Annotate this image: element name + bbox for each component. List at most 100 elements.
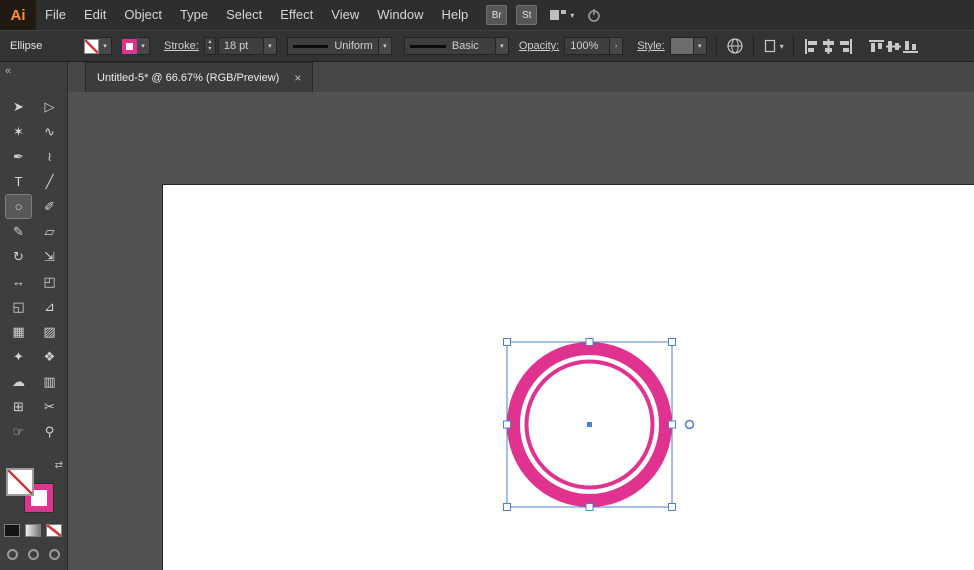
brush-dropdown[interactable]: ▾ [495,37,509,55]
artboard-icon: ⊞ [13,398,24,414]
menu-window[interactable]: Window [368,0,432,30]
menu-view[interactable]: View [322,0,368,30]
shape-builder-tool[interactable]: ◱ [6,295,31,318]
align-top-button[interactable] [868,38,885,55]
menu-edit[interactable]: Edit [75,0,115,30]
chevron-down-icon: ▾ [570,10,575,20]
document-tab[interactable]: Untitled-5* @ 66.67% (RGB/Preview) × [85,62,314,92]
sync-settings-button[interactable] [586,7,602,23]
document-setup-button[interactable]: ▾ [763,38,784,54]
curvature-tool[interactable]: ≀ [37,145,62,168]
menu-type[interactable]: Type [171,0,217,30]
draw-behind-button[interactable] [28,549,39,560]
magic-wand-tool[interactable]: ✶ [6,120,31,143]
handle-bottom-center[interactable] [585,503,594,511]
gradient-tool[interactable]: ▨ [37,320,62,343]
rotation-widget-handle[interactable] [684,419,695,430]
blend-tool[interactable]: ❖ [37,345,62,368]
bridge-button[interactable]: Br [486,5,508,25]
opacity-input[interactable]: 100% [564,37,611,55]
menu-object[interactable]: Object [115,0,171,30]
handle-middle-right[interactable] [668,420,676,429]
type-tool[interactable]: T [6,170,31,193]
graphic-style-swatch[interactable] [669,37,694,55]
width-tool[interactable]: ↔ [6,270,31,293]
fill-swatch[interactable] [6,468,34,496]
line-segment-tool[interactable]: ╱ [37,170,62,193]
direct-selection-tool[interactable]: ▷ [37,95,62,118]
handle-top-center[interactable] [585,338,594,346]
artwork-overlay [503,338,695,511]
stroke-color-swatch[interactable] [122,38,137,54]
lasso-tool[interactable]: ∿ [37,120,62,143]
width-profile-dropdown[interactable]: ▾ [378,37,392,55]
handle-bottom-left[interactable] [503,503,511,511]
pen-tool[interactable]: ✒ [6,145,31,168]
handle-bottom-right[interactable] [668,503,676,511]
column-graph-tool[interactable]: ▥ [37,370,62,393]
menu-file[interactable]: File [36,0,75,30]
lasso-icon: ∿ [44,123,55,139]
handle-top-right[interactable] [668,338,676,346]
fill-color-dropdown[interactable]: ▾ [99,37,112,55]
slice-tool[interactable]: ✂ [37,395,62,418]
fill-color-swatch[interactable] [84,38,99,54]
paintbrush-tool[interactable]: ✐ [37,195,62,218]
swap-fill-stroke-icon[interactable]: ⇄ [55,460,63,471]
variable-width-profile-select[interactable]: Uniform [286,37,379,55]
menu-help[interactable]: Help [432,0,477,30]
handle-top-left[interactable] [503,338,511,346]
mesh-tool[interactable]: ▦ [6,320,31,343]
scale-tool[interactable]: ⇲ [37,245,62,268]
brush-definition-select[interactable]: Basic [403,37,496,55]
none-button[interactable] [46,524,62,537]
stroke-width-stepper[interactable]: ▴ ▾ [203,37,216,55]
perspective-grid-tool[interactable]: ⊿ [37,295,62,318]
rotate-tool[interactable]: ↻ [6,245,31,268]
gradient-icon: ▨ [43,323,56,339]
hand-tool[interactable]: ☞ [6,420,31,443]
align-center-horizontal-button[interactable] [820,38,837,55]
eraser-tool[interactable]: ▱ [37,220,62,243]
eyedropper-icon: ✦ [13,348,24,364]
stroke-width-input[interactable]: 18 pt [217,37,264,55]
stroke-panel-link[interactable]: Stroke: [164,40,199,52]
arrange-documents-button[interactable]: ▾ [549,8,574,22]
symbol-sprayer-tool[interactable]: ☁ [6,370,31,393]
chevron-down-icon: ▾ [779,41,784,51]
center-anchor-point[interactable] [587,422,592,427]
handle-middle-left[interactable] [503,420,511,429]
close-tab-icon[interactable]: × [294,71,301,85]
draw-normal-button[interactable] [7,549,18,560]
menu-select[interactable]: Select [217,0,271,30]
opacity-flyout[interactable]: › [610,37,624,55]
document-setup-icon [764,39,775,53]
pencil-tool[interactable]: ✎ [6,220,31,243]
menu-effect[interactable]: Effect [271,0,322,30]
opacity-panel-link[interactable]: Opacity: [519,40,559,52]
stock-button[interactable]: St [516,5,538,25]
gradient-button[interactable] [25,524,41,537]
canvas-area[interactable] [68,92,974,570]
align-center-vertical-button[interactable] [885,38,902,55]
document-tab-bar: Untitled-5* @ 66.67% (RGB/Preview) × [68,62,974,92]
collapse-panel-button[interactable]: « [5,65,11,77]
recolor-artwork-globe-icon[interactable] [726,37,744,55]
zoom-tool[interactable]: ⚲ [37,420,62,443]
graphic-style-dropdown[interactable]: ▾ [693,37,707,55]
sync-settings-icon [588,9,601,22]
align-left-button[interactable] [803,38,820,55]
artboard-tool[interactable]: ⊞ [6,395,31,418]
eyedropper-tool[interactable]: ✦ [6,345,31,368]
draw-inside-button[interactable] [49,549,60,560]
selection-tool[interactable]: ➤ [6,95,31,118]
align-right-button[interactable] [837,38,854,55]
style-panel-link[interactable]: Style: [637,40,665,52]
fill-stroke-cluster: ⇄ [4,460,64,518]
ellipse-tool[interactable]: ○ [5,194,32,219]
color-button[interactable] [4,524,20,537]
stroke-color-dropdown[interactable]: ▾ [137,37,150,55]
free-transform-tool[interactable]: ◰ [37,270,62,293]
align-bottom-button[interactable] [902,38,919,55]
stroke-width-dropdown[interactable]: ▾ [263,37,277,55]
